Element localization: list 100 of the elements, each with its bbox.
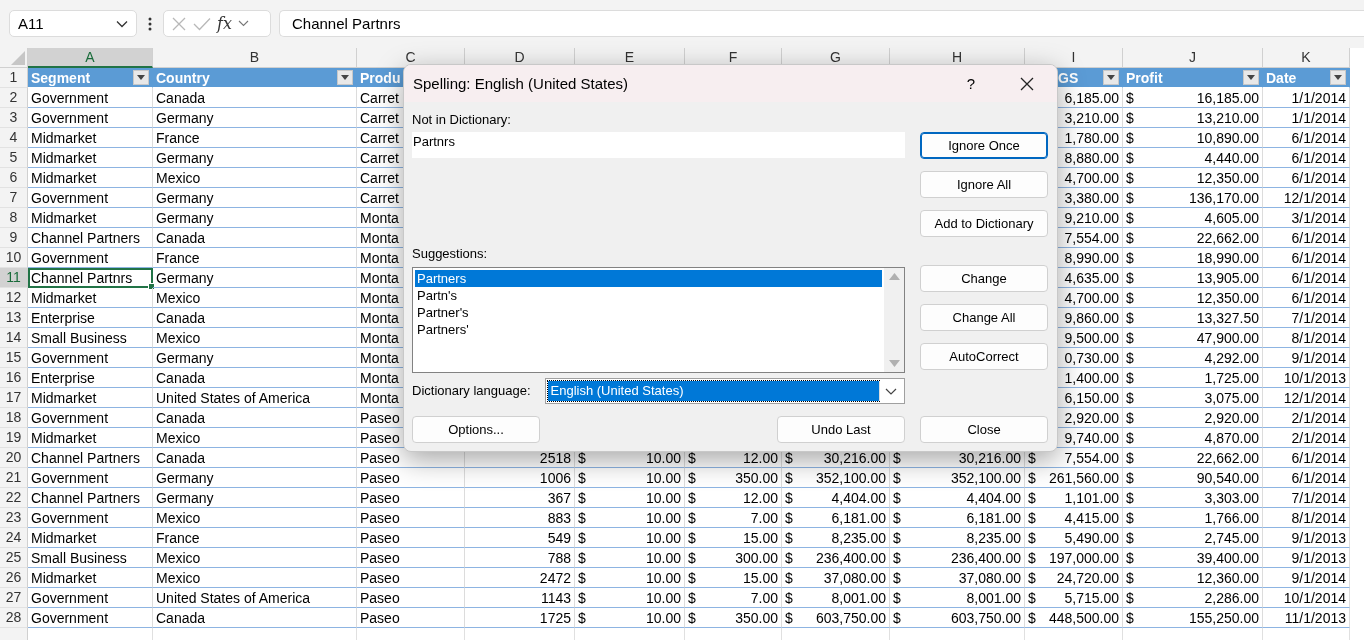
cell-value: 9,500.00 (1064, 329, 1119, 346)
cell-value: Government (31, 109, 109, 126)
dialog-button[interactable]: Ignore All (920, 171, 1048, 198)
row-number[interactable]: 10 (0, 248, 28, 268)
dialog-button[interactable]: Close (920, 416, 1048, 443)
currency-symbol: $ (1126, 109, 1134, 126)
row-number[interactable]: 20 (0, 448, 28, 468)
cell-value: 8,001.00 (966, 589, 1021, 606)
column-header[interactable]: J (1123, 48, 1263, 68)
filter-button[interactable] (1103, 70, 1119, 85)
row-number[interactable]: 27 (0, 588, 28, 608)
dialog-button[interactable]: Undo Last (777, 416, 905, 443)
cell-value: Carret (360, 189, 399, 206)
name-box[interactable]: A11 (9, 10, 137, 37)
chevron-down-icon[interactable] (884, 387, 897, 395)
currency-symbol: $ (1126, 589, 1134, 606)
column-header[interactable]: K (1263, 48, 1350, 68)
currency-symbol: $ (688, 549, 696, 566)
filter-button[interactable] (337, 70, 353, 85)
cell-value: Midmarket (31, 149, 97, 166)
row-number[interactable]: 18 (0, 408, 28, 428)
row-number[interactable]: 14 (0, 328, 28, 348)
check-icon[interactable] (193, 16, 211, 31)
row-number[interactable]: 24 (0, 528, 28, 548)
row-number[interactable]: 11 (0, 268, 28, 288)
dialog-button[interactable]: Add to Dictionary (920, 210, 1048, 237)
help-button[interactable]: ? (947, 68, 995, 99)
row-number[interactable]: 22 (0, 488, 28, 508)
filter-button[interactable] (1243, 70, 1259, 85)
cell-value: Germany (156, 349, 214, 366)
cell-value: 6/1/2014 (1291, 149, 1346, 166)
row-number[interactable]: 19 (0, 428, 28, 448)
cell-value: 1/1/2014 (1291, 109, 1346, 126)
column-header[interactable]: C (357, 48, 465, 68)
fill-handle[interactable] (148, 283, 155, 290)
cell-value: Channel Partnrs (31, 269, 133, 286)
cell-value: 1,725.00 (1204, 369, 1259, 386)
row-number[interactable]: 17 (0, 388, 28, 408)
insert-function-button[interactable]: fx (217, 14, 232, 33)
column-title: Profit (1126, 69, 1163, 86)
dialog-button[interactable]: Options... (412, 416, 540, 443)
cell-value: 4,605.00 (1204, 209, 1259, 226)
chevron-down-icon[interactable] (237, 20, 249, 27)
cell-value: France (156, 249, 200, 266)
suggestion-item[interactable]: Partners (415, 270, 882, 287)
column-header[interactable]: A (28, 48, 153, 68)
formula-field[interactable]: Channel Partnrs (279, 10, 1364, 37)
cell-value: 1/1/2014 (1291, 89, 1346, 106)
row-number[interactable]: 4 (0, 128, 28, 148)
row-number[interactable]: 12 (0, 288, 28, 308)
suggestion-item[interactable]: Partner's (415, 304, 882, 321)
suggestion-item[interactable]: Partners' (415, 321, 882, 338)
row-number[interactable]: 21 (0, 468, 28, 488)
row-number[interactable]: 15 (0, 348, 28, 368)
not-in-dictionary-field[interactable]: Partnrs (412, 132, 905, 158)
column-header[interactable]: I (1025, 48, 1123, 68)
row-number[interactable]: 16 (0, 368, 28, 388)
dialog-button[interactable]: AutoCorrect (920, 343, 1048, 370)
cell-value: 2,920.00 (1064, 409, 1119, 426)
row-number[interactable]: 26 (0, 568, 28, 588)
filter-button[interactable] (133, 70, 149, 85)
currency-symbol: $ (578, 609, 586, 626)
dialog-button[interactable]: Change (920, 265, 1048, 292)
row-number[interactable]: 9 (0, 228, 28, 248)
row-number[interactable]: 23 (0, 508, 28, 528)
cell-value: 9/1/2014 (1291, 569, 1346, 586)
dialog-button[interactable]: Change All (920, 304, 1048, 331)
dialog-button[interactable]: Ignore Once (920, 132, 1048, 159)
cell-value: Germany (156, 469, 214, 486)
column-header[interactable]: B (153, 48, 357, 68)
row-number[interactable]: 3 (0, 108, 28, 128)
row-number[interactable]: 13 (0, 308, 28, 328)
row-number[interactable]: 5 (0, 148, 28, 168)
cell-value: Mexico (156, 569, 201, 586)
cell-value: 2/1/2014 (1291, 409, 1346, 426)
row-number[interactable]: 28 (0, 608, 28, 628)
cell-value: 39,400.00 (1196, 549, 1259, 566)
row-number[interactable]: 2 (0, 88, 28, 108)
cell-value: 3,303.00 (1204, 489, 1259, 506)
row-number[interactable]: 7 (0, 188, 28, 208)
language-dropdown[interactable]: English (United States) (544, 378, 905, 404)
currency-symbol: $ (1028, 609, 1036, 626)
row-number[interactable]: 8 (0, 208, 28, 228)
cell-value: Midmarket (31, 429, 97, 446)
row-number[interactable]: 25 (0, 548, 28, 568)
cell-value: 5,490.00 (1064, 529, 1119, 546)
cell-value: 90,540.00 (1196, 469, 1259, 486)
currency-symbol: $ (688, 529, 696, 546)
column-title: GS (1058, 69, 1079, 86)
cell-value: Paseo (360, 529, 400, 546)
filter-button[interactable] (1330, 70, 1346, 85)
suggestion-item[interactable]: Partn's (415, 287, 882, 304)
cell-value: Small Business (31, 549, 127, 566)
row-number[interactable]: 6 (0, 168, 28, 188)
row-number[interactable]: 1 (0, 68, 28, 88)
cell-value: 6,181.00 (831, 509, 886, 526)
cell-value: 4,440.00 (1204, 149, 1259, 166)
more-options-icon[interactable] (148, 17, 152, 31)
currency-symbol: $ (1126, 409, 1134, 426)
close-icon[interactable] (1020, 76, 1034, 91)
